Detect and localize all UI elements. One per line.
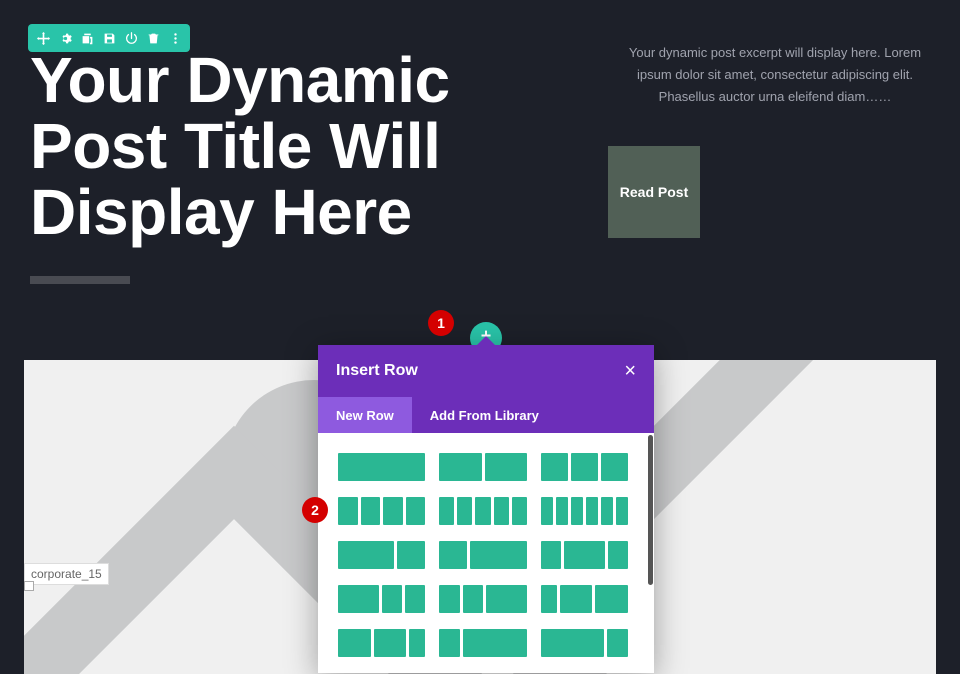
layout-column [382,585,402,613]
modal-title: Insert Row [336,362,418,380]
layout-column [338,453,425,481]
layout-option[interactable] [439,541,526,569]
resize-handle[interactable] [24,581,34,591]
annotation-badge-1: 1 [428,310,454,336]
layout-column [486,585,527,613]
layout-column [338,497,358,525]
layout-column [571,453,598,481]
title-underline [30,276,130,284]
layout-column [439,585,459,613]
layout-column [560,585,593,613]
layout-option[interactable] [338,629,425,657]
layout-column [405,585,425,613]
layout-column [485,453,527,481]
layout-column [439,541,467,569]
layout-column [338,541,394,569]
layout-column [608,541,628,569]
scrollbar[interactable] [648,435,653,585]
layout-column [556,497,568,525]
layout-column [564,541,605,569]
tab-new-row[interactable]: New Row [318,397,412,433]
layout-column [586,497,598,525]
layout-option[interactable] [439,497,526,525]
layout-column [463,585,483,613]
layout-column [439,629,460,657]
layout-option[interactable] [541,541,628,569]
layout-column [601,497,613,525]
post-excerpt[interactable]: Your dynamic post excerpt will display h… [610,42,940,108]
layout-column [512,497,527,525]
layout-option[interactable] [439,585,526,613]
layout-column [463,629,526,657]
layout-option[interactable] [541,453,628,481]
layout-grid [318,433,648,673]
layout-option[interactable] [338,541,425,569]
modal-body [318,433,654,673]
layout-option[interactable] [439,629,526,657]
layout-column [541,497,553,525]
layout-column [541,453,568,481]
layout-option[interactable] [338,585,425,613]
image-placeholder-label: corporate_15 [24,563,109,585]
layout-column [601,453,628,481]
layout-column [541,541,561,569]
layout-column [374,629,407,657]
layout-option[interactable] [439,453,526,481]
layout-column [541,585,557,613]
layout-column [457,497,472,525]
modal-tabs: New Row Add From Library [318,397,654,433]
insert-row-modal: Insert Row × New Row Add From Library [318,345,654,673]
layout-column [361,497,381,525]
layout-column [494,497,509,525]
post-title[interactable]: Your Dynamic Post Title Will Display Her… [30,48,580,246]
layout-column [439,453,481,481]
layout-column [383,497,403,525]
layout-column [475,497,490,525]
layout-option[interactable] [541,585,628,613]
layout-option[interactable] [338,453,425,481]
layout-column [470,541,526,569]
layout-column [406,497,426,525]
layout-column [439,497,454,525]
layout-column [616,497,628,525]
layout-column [595,585,628,613]
read-post-button[interactable]: Read Post [608,146,700,238]
layout-column [607,629,628,657]
layout-column [338,629,371,657]
tab-add-from-library[interactable]: Add From Library [412,397,557,433]
layout-column [397,541,425,569]
modal-header: Insert Row × [318,345,654,397]
layout-column [409,629,425,657]
annotation-badge-2: 2 [302,497,328,523]
layout-column [571,497,583,525]
close-icon[interactable]: × [624,361,636,381]
layout-column [541,629,604,657]
layout-option[interactable] [541,629,628,657]
layout-option[interactable] [541,497,628,525]
layout-column [338,585,379,613]
layout-option[interactable] [338,497,425,525]
